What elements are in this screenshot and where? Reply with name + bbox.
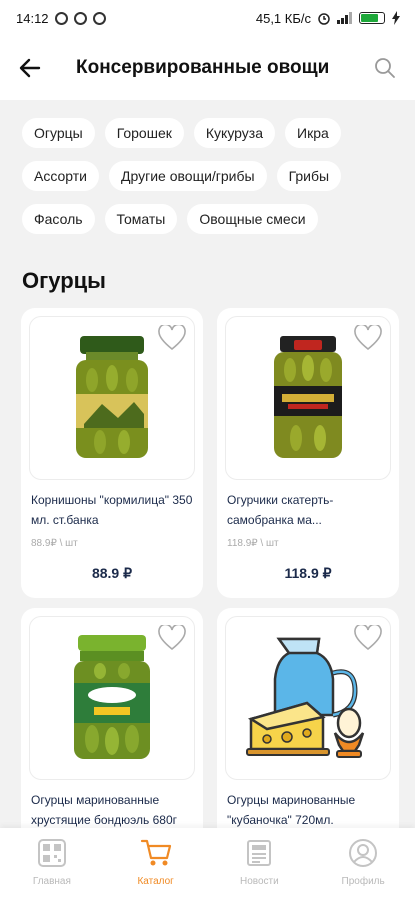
product-price: 118.9 ₽ [284,565,332,581]
nav-home[interactable]: Главная [7,838,97,887]
notification-icon [92,11,106,25]
product-unit-price: 88.9₽ \ шт [31,538,78,549]
product-grid: Корнишоны "кормилица" 350 мл. ст.банка 8… [21,308,401,898]
signal-icon [337,12,352,24]
nav-catalog[interactable]: Каталог [111,838,201,887]
battery-icon [359,12,385,24]
newspaper-icon [247,840,272,866]
network-speed: 45,1 КБ/с [255,10,311,26]
bottom-navigation: Главная Каталог Новости Профиль [0,828,415,900]
status-bar-left: 14:12 [16,11,106,26]
page-title: Консервированные овощи [76,57,330,78]
category-chips: Огурцы Горошек Кукуруза Икра Ассорти Дру… [22,118,402,234]
product-image [225,616,391,780]
favorite-heart-icon[interactable] [158,325,186,351]
nav-profile[interactable]: Профиль [318,838,408,887]
notification-icon [73,11,87,25]
status-time: 14:12 [16,10,49,26]
chip-tomatoes[interactable]: Томаты [104,204,178,234]
qr-code-icon [37,839,66,867]
status-bar: 14:12 45,1 КБ/с [0,0,415,36]
pickle-jar-image [274,336,342,458]
favorite-heart-icon[interactable] [158,625,186,651]
product-name: Корнишоны "кормилица" 350 мл. ст.банка [31,493,193,527]
alarm-icon [318,13,330,25]
chip-caviar[interactable]: Икра [285,118,341,148]
charging-icon [392,11,400,25]
product-card[interactable]: Огурчики скатерть-самобранка ма... 118.9… [217,308,399,598]
search-button[interactable] [369,52,401,84]
arrow-left-icon [19,58,41,78]
nav-news[interactable]: Новости [214,838,304,887]
chip-other-vegetables[interactable]: Другие овощи/грибы [109,161,267,191]
chip-corn[interactable]: Кукуруза [193,118,275,148]
product-name: Огурчики скатерть-самобранка ма... [227,493,334,527]
nav-label: Новости [240,876,279,887]
nav-label: Профиль [341,876,385,887]
app-bar: Консервированные овощи [0,36,415,100]
pickle-jar-image [74,635,150,759]
nav-label: Каталог [137,876,174,887]
favorite-heart-icon[interactable] [354,325,382,351]
section-title: Огурцы [22,268,106,293]
pickle-jar-image [76,336,148,458]
chip-mushrooms[interactable]: Грибы [276,161,342,191]
product-card[interactable]: Корнишоны "кормилица" 350 мл. ст.банка 8… [21,308,203,598]
favorite-heart-icon[interactable] [354,625,382,651]
chip-vegetable-mix[interactable]: Овощные смеси [187,204,318,234]
chip-assorted[interactable]: Ассорти [22,161,99,191]
notification-icon [54,11,68,25]
product-name: Огурцы маринованные хрустящие бондюэль 6… [31,793,178,827]
product-unit-price: 118.9₽ \ шт [227,538,279,549]
nav-label: Главная [32,876,71,887]
back-button[interactable] [14,52,46,84]
product-image [29,616,195,780]
product-name: Огурцы маринованные "кубаночка" 720мл. [227,793,356,827]
chip-beans[interactable]: Фасоль [22,204,95,234]
shopping-cart-icon [140,839,171,866]
product-image [29,316,195,480]
product-image [225,316,391,480]
dairy-placeholder-image [246,637,365,758]
user-profile-icon [349,839,378,867]
status-bar-right: 45,1 КБ/с [256,11,401,26]
search-icon [375,58,395,78]
product-price: 88.9 ₽ [91,565,133,581]
chip-peas[interactable]: Горошек [104,118,184,148]
chip-cucumbers[interactable]: Огурцы [22,118,95,148]
